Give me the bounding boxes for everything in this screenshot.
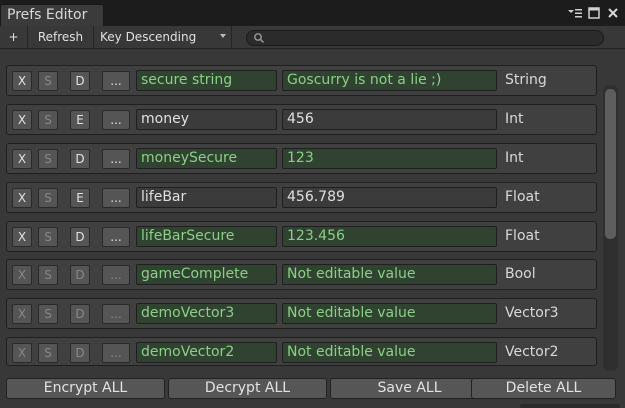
vertical-scrollbar[interactable] bbox=[603, 85, 618, 371]
pref-row: X S D ... demoVector2 Not editable value… bbox=[6, 337, 597, 366]
decrypt-pref-button[interactable]: D bbox=[70, 265, 90, 285]
pref-type-label: Vector3 bbox=[505, 305, 559, 321]
more-options-button[interactable]: ... bbox=[102, 71, 130, 91]
maximize-icon[interactable] bbox=[586, 5, 602, 21]
encrypt-all-button[interactable]: Encrypt ALL bbox=[6, 378, 165, 399]
save-pref-button[interactable]: S bbox=[38, 149, 58, 169]
delete-pref-button[interactable]: X bbox=[12, 188, 32, 208]
delete-pref-button[interactable]: X bbox=[12, 304, 32, 324]
refresh-button[interactable]: Refresh bbox=[28, 26, 94, 48]
pref-type-label: Float bbox=[505, 228, 540, 244]
more-options-button[interactable]: ... bbox=[102, 343, 130, 363]
pref-row: X S D ... lifeBarSecure 123.456 Float bbox=[6, 221, 597, 252]
scrollbar-thumb[interactable] bbox=[605, 89, 616, 239]
more-options-button[interactable]: ... bbox=[102, 265, 130, 285]
pref-key-field[interactable]: demoVector3 bbox=[136, 303, 277, 324]
pref-row: X S D ... secure string Goscurry is not … bbox=[6, 65, 597, 96]
more-options-button[interactable]: ... bbox=[102, 149, 130, 169]
add-button[interactable]: + bbox=[0, 26, 28, 48]
decrypt-pref-button[interactable]: D bbox=[70, 149, 90, 169]
delete-pref-button[interactable]: X bbox=[12, 149, 32, 169]
pref-value-field[interactable]: Not editable value bbox=[282, 303, 497, 324]
pref-row: X S D ... moneySecure 123 Int bbox=[6, 143, 597, 174]
encrypt-pref-button[interactable]: E bbox=[70, 110, 90, 130]
window-tab[interactable]: Prefs Editor bbox=[0, 4, 104, 26]
save-pref-button[interactable]: S bbox=[38, 265, 58, 285]
pref-type-label: Vector2 bbox=[505, 344, 559, 360]
title-bar: Prefs Editor bbox=[0, 0, 625, 26]
pref-value-field[interactable]: 123.456 bbox=[282, 226, 497, 247]
pref-key-field[interactable]: demoVector2 bbox=[136, 342, 277, 363]
pref-type-label: Float bbox=[505, 189, 540, 205]
delete-pref-button[interactable]: X bbox=[12, 343, 32, 363]
delete-pref-button[interactable]: X bbox=[12, 71, 32, 91]
chevron-down-icon bbox=[220, 34, 226, 38]
window-title: Prefs Editor bbox=[7, 7, 88, 23]
pref-key-field[interactable]: lifeBar bbox=[136, 187, 277, 208]
pref-type-label: Int bbox=[505, 111, 524, 127]
decrypt-pref-button[interactable]: D bbox=[70, 71, 90, 91]
pref-value-field[interactable]: 456.789 bbox=[282, 187, 497, 208]
bottom-action-bar: Encrypt ALL Decrypt ALL Save ALL Delete … bbox=[0, 374, 625, 408]
decrypt-pref-button[interactable]: D bbox=[70, 343, 90, 363]
save-pref-button[interactable]: S bbox=[38, 110, 58, 130]
save-pref-button[interactable]: S bbox=[38, 227, 58, 247]
toolbar: + Refresh Key Descending bbox=[0, 26, 625, 49]
decrypt-pref-button[interactable]: D bbox=[70, 304, 90, 324]
pref-key-field[interactable]: money bbox=[136, 109, 277, 130]
pref-key-field[interactable]: secure string bbox=[136, 70, 277, 91]
sort-dropdown[interactable]: Key Descending bbox=[94, 26, 232, 48]
pref-key-field[interactable]: lifeBarSecure bbox=[136, 226, 277, 247]
sort-dropdown-value: Key Descending bbox=[100, 30, 197, 44]
pref-row: X S E ... lifeBar 456.789 Float bbox=[6, 182, 597, 213]
prefs-list-panel: X S D ... secure string Goscurry is not … bbox=[0, 49, 625, 408]
delete-pref-button[interactable]: X bbox=[12, 265, 32, 285]
pref-value-field[interactable]: 123 bbox=[282, 148, 497, 169]
save-pref-button[interactable]: S bbox=[38, 188, 58, 208]
search-input[interactable] bbox=[246, 30, 604, 46]
pref-row: X S D ... demoVector3 Not editable value… bbox=[6, 298, 597, 329]
pref-value-field[interactable]: Not editable value bbox=[282, 342, 497, 363]
window-controls bbox=[567, 5, 621, 21]
pref-value-field[interactable]: Goscurry is not a lie ;) bbox=[282, 70, 497, 91]
window-menu-icon[interactable] bbox=[567, 5, 583, 21]
encrypt-pref-button[interactable]: E bbox=[70, 188, 90, 208]
more-options-button[interactable]: ... bbox=[102, 227, 130, 247]
pref-key-field[interactable]: gameComplete bbox=[136, 264, 277, 285]
more-options-button[interactable]: ... bbox=[102, 110, 130, 130]
save-all-button[interactable]: Save ALL bbox=[330, 378, 489, 399]
pref-type-label: Bool bbox=[505, 266, 536, 282]
delete-pref-button[interactable]: X bbox=[12, 227, 32, 247]
close-icon[interactable] bbox=[605, 5, 621, 21]
pref-row: X S D ... gameComplete Not editable valu… bbox=[6, 259, 597, 290]
more-options-button[interactable]: ... bbox=[102, 188, 130, 208]
save-pref-button[interactable]: S bbox=[38, 343, 58, 363]
more-options-button[interactable]: ... bbox=[102, 304, 130, 324]
pref-value-field[interactable]: Not editable value bbox=[282, 264, 497, 285]
save-pref-button[interactable]: S bbox=[38, 304, 58, 324]
decrypt-all-button[interactable]: Decrypt ALL bbox=[168, 378, 327, 399]
pref-row: X S E ... money 456 Int bbox=[6, 104, 597, 135]
delete-all-button[interactable]: Delete ALL bbox=[471, 378, 616, 399]
save-pref-button[interactable]: S bbox=[38, 71, 58, 91]
horizontal-scrollbar[interactable] bbox=[520, 404, 620, 408]
pref-key-field[interactable]: moneySecure bbox=[136, 148, 277, 169]
search-icon bbox=[253, 32, 265, 44]
pref-type-label: Int bbox=[505, 150, 524, 166]
pref-type-label: String bbox=[505, 72, 547, 88]
decrypt-pref-button[interactable]: D bbox=[70, 227, 90, 247]
pref-value-field[interactable]: 456 bbox=[282, 109, 497, 130]
delete-pref-button[interactable]: X bbox=[12, 110, 32, 130]
